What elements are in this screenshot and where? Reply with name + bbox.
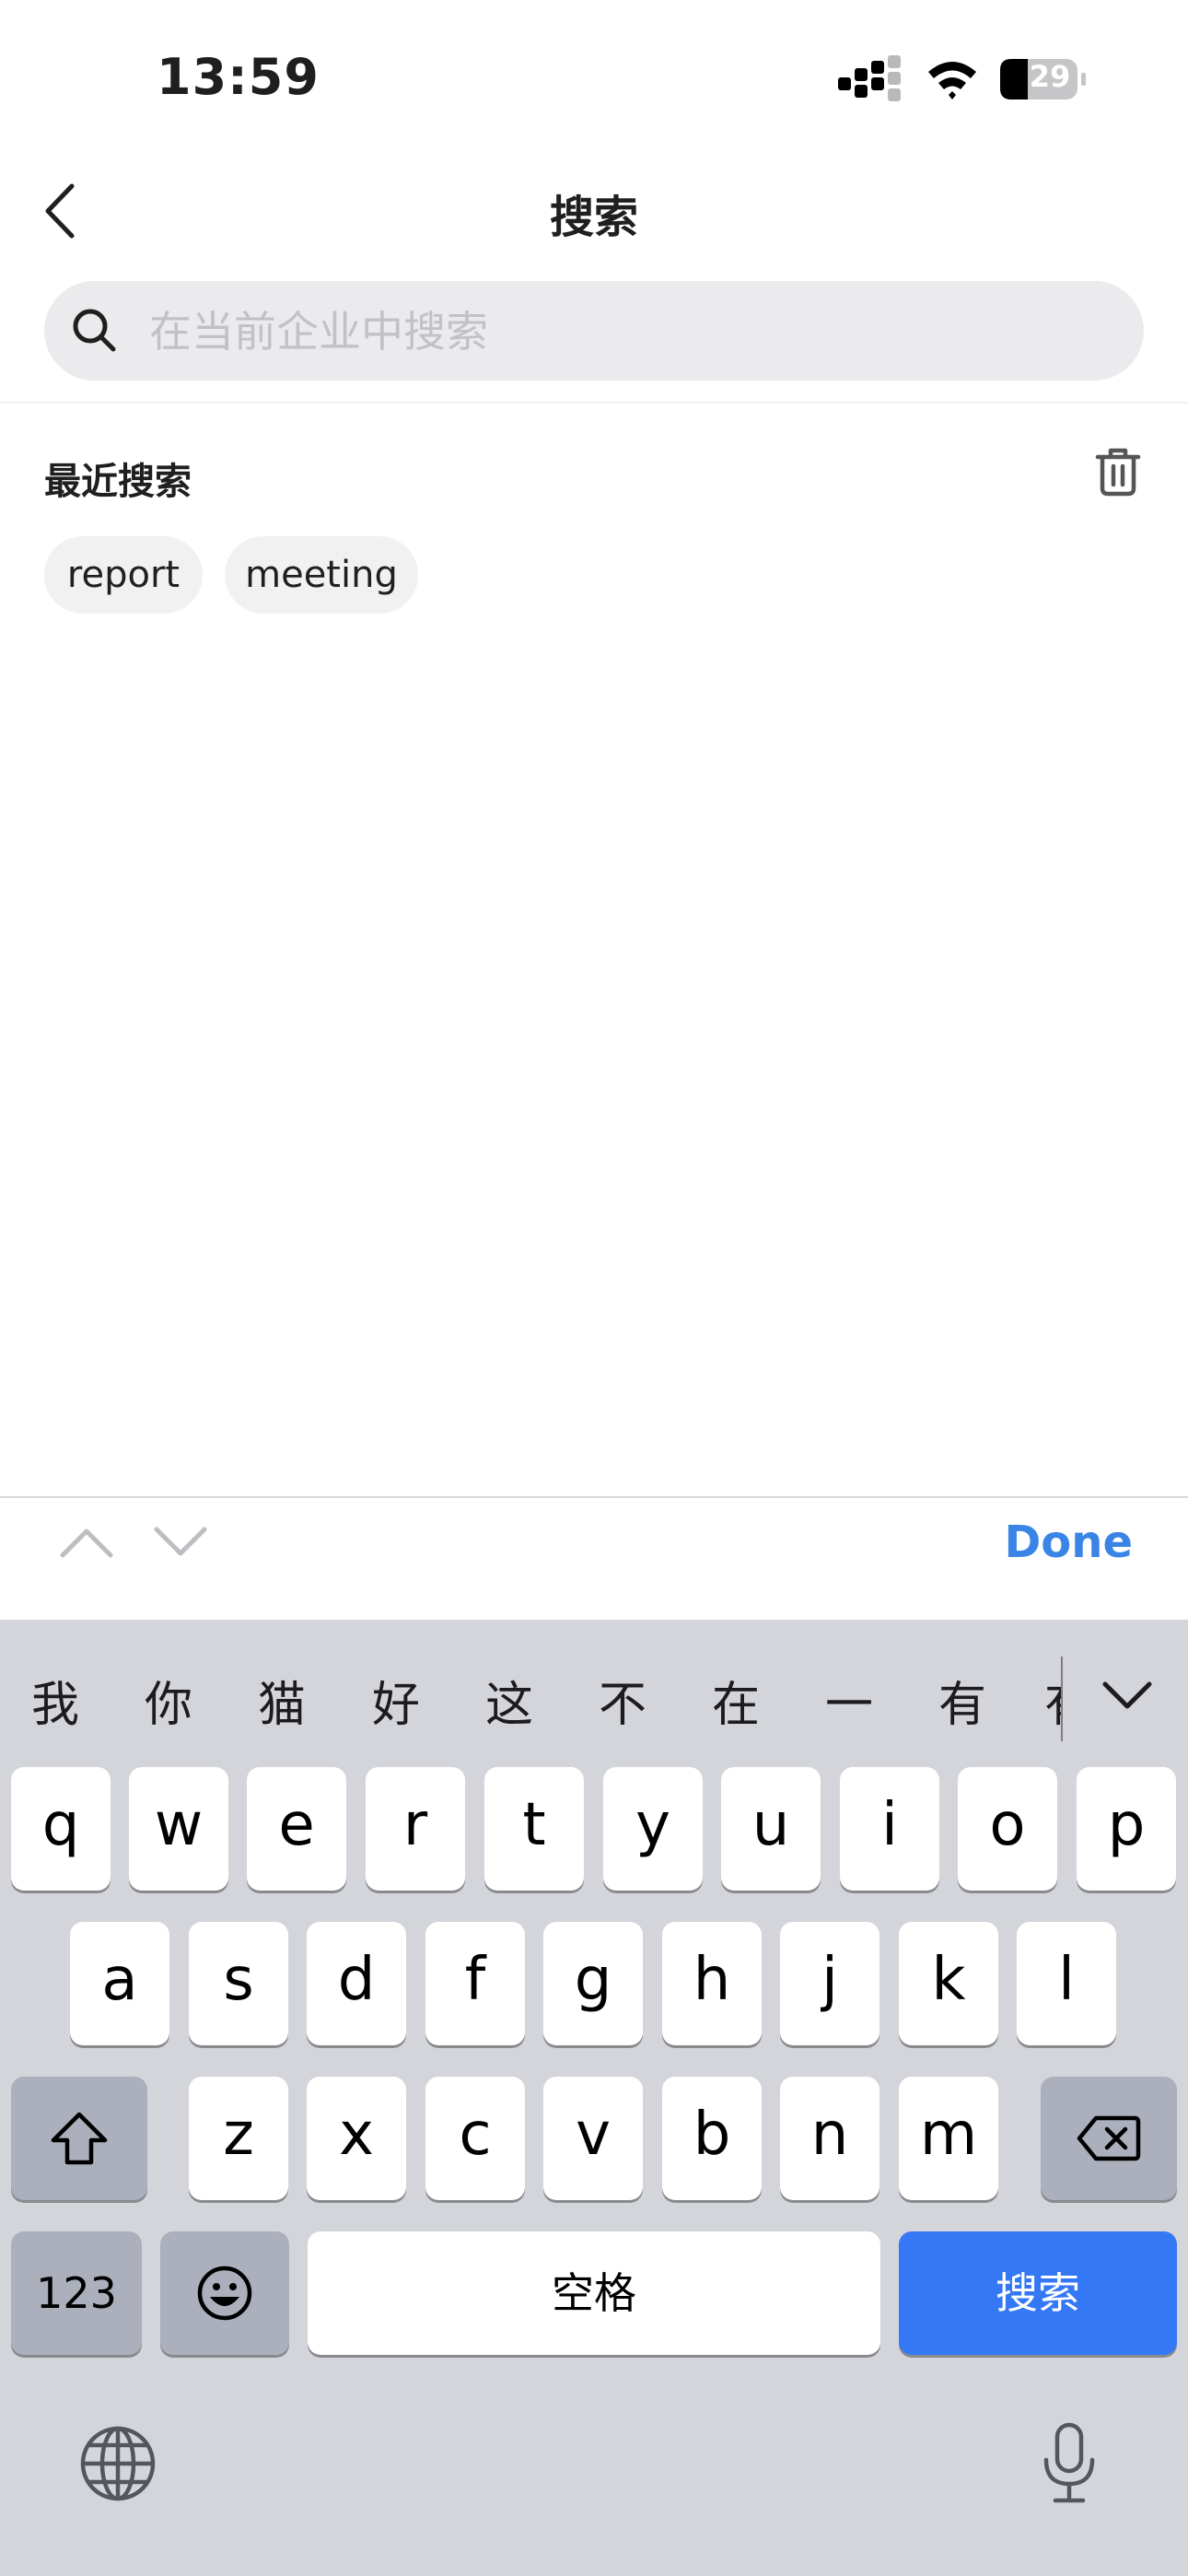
candidate-word-partial[interactable]: 有 <box>1044 1666 1061 1739</box>
key-x[interactable]: x <box>307 2077 406 2200</box>
key-p[interactable]: p <box>1077 1767 1176 1891</box>
backspace-key[interactable] <box>1041 2077 1177 2200</box>
microphone-icon[interactable] <box>1041 2421 1098 2506</box>
trash-icon[interactable] <box>1094 446 1142 498</box>
candidate-word[interactable]: 有 <box>921 1666 1004 1735</box>
key-i[interactable]: i <box>840 1767 939 1891</box>
key-u[interactable]: u <box>721 1767 821 1891</box>
candidate-word[interactable]: 我 <box>14 1666 97 1735</box>
key-d[interactable]: d <box>307 1922 406 2045</box>
recent-searches-label: 最近搜索 <box>44 461 192 503</box>
signal-icon <box>838 55 901 101</box>
candidate-word[interactable]: 一 <box>808 1666 891 1735</box>
key-r[interactable]: r <box>366 1767 465 1891</box>
emoji-icon <box>197 2266 252 2321</box>
key-c[interactable]: c <box>425 2077 525 2200</box>
key-e[interactable]: e <box>247 1767 346 1891</box>
key-v[interactable]: v <box>543 2077 643 2200</box>
expand-candidates-icon[interactable] <box>1096 1675 1159 1715</box>
key-s[interactable]: s <box>189 1922 288 2045</box>
key-j[interactable]: j <box>780 1922 879 2045</box>
search-input[interactable] <box>147 297 1109 367</box>
emoji-key[interactable] <box>160 2231 289 2355</box>
space-key[interactable]: 空格 <box>308 2231 880 2355</box>
backspace-icon <box>1077 2115 1141 2161</box>
key-b[interactable]: b <box>662 2077 762 2200</box>
key-k[interactable]: k <box>899 1922 998 2045</box>
divider <box>0 402 1188 404</box>
key-f[interactable]: f <box>425 1922 525 2045</box>
recent-search-chip[interactable]: meeting <box>225 536 418 614</box>
candidate-word[interactable]: 猫 <box>240 1666 323 1735</box>
candidate-word[interactable]: 好 <box>355 1666 437 1735</box>
chevron-up-icon[interactable] <box>57 1522 116 1563</box>
shift-icon <box>51 2112 108 2165</box>
shift-key[interactable] <box>11 2077 147 2200</box>
chevron-down-icon[interactable] <box>151 1522 210 1563</box>
key-o[interactable]: o <box>958 1767 1057 1891</box>
key-a[interactable]: a <box>70 1922 169 2045</box>
search-icon <box>73 309 116 352</box>
candidate-word[interactable]: 你 <box>127 1666 210 1735</box>
recent-search-chip[interactable]: report <box>44 536 203 614</box>
done-button[interactable]: Done <box>995 1516 1133 1568</box>
candidate-word[interactable]: 在 <box>694 1666 777 1735</box>
candidate-word[interactable]: 不 <box>581 1666 664 1735</box>
key-q[interactable]: q <box>11 1767 111 1891</box>
globe-icon[interactable] <box>77 2423 158 2504</box>
numbers-key[interactable]: 123 <box>11 2231 142 2355</box>
status-time: 13:59 <box>157 48 320 106</box>
key-g[interactable]: g <box>543 1922 643 2045</box>
key-t[interactable]: t <box>484 1767 584 1891</box>
key-l[interactable]: l <box>1017 1922 1116 2045</box>
key-n[interactable]: n <box>780 2077 879 2200</box>
candidate-word[interactable]: 这 <box>468 1666 551 1735</box>
key-m[interactable]: m <box>899 2077 998 2200</box>
search-key[interactable]: 搜索 <box>899 2231 1177 2355</box>
battery-level: 29 <box>1029 59 1071 94</box>
key-w[interactable]: w <box>129 1767 228 1891</box>
key-h[interactable]: h <box>662 1922 762 2045</box>
toolbar-divider <box>0 1496 1188 1498</box>
wifi-icon <box>928 62 976 100</box>
page-title: 搜索 <box>549 192 638 243</box>
key-z[interactable]: z <box>189 2077 288 2200</box>
candidate-separator <box>1061 1657 1063 1741</box>
key-y[interactable]: y <box>603 1767 703 1891</box>
